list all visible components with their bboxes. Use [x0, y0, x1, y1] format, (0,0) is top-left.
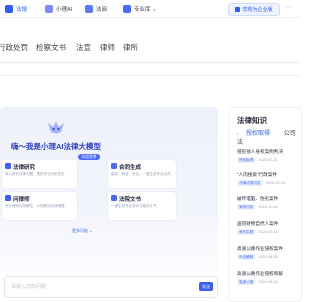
news-tag: 案例分析	[237, 204, 256, 210]
news-date: 2024-08-04	[258, 280, 278, 284]
crown-icon	[235, 7, 241, 12]
card-desc: 一键生成专业诉状与裁判文书	[111, 204, 157, 208]
knowledge-title: 法律知识	[237, 116, 267, 125]
news-date: 2024-11-04	[258, 205, 278, 209]
card-contract-generation[interactable]: 合同生成 高效、精准、安全，一键生成专业合同	[108, 160, 176, 188]
news-tag: 审判实践	[237, 229, 256, 235]
chevron-left-icon: ‹	[237, 131, 239, 136]
card-ask-lawyer[interactable]: 问律师 专业律师在线解答，为您解决法律难题	[2, 192, 77, 220]
sub-nav: 行政处罚 检察文书 法宣 律师 律所	[0, 42, 300, 56]
document-icon	[111, 195, 117, 201]
card-legal-research[interactable]: 法律研究 深入研究法律问题，提供专业分析意见	[2, 160, 77, 188]
tab-label: 授权取得	[246, 131, 271, 137]
upgrade-label: 您购为企业版	[242, 7, 273, 13]
card-title: 问律师	[13, 197, 30, 203]
card-title: 法院文书	[119, 197, 142, 203]
card-title: 法律研究	[13, 165, 36, 171]
subnav-item[interactable]: 检察文书	[36, 42, 66, 53]
research-icon	[5, 163, 11, 169]
news-title: 破坏电脑、伪劣案件	[237, 196, 279, 201]
robot-icon	[45, 5, 53, 13]
page-title: 嗨～我是小理AI法律大模型	[11, 142, 101, 151]
divider	[0, 62, 300, 63]
news-date: 2025-03-18	[265, 181, 285, 185]
knowledge-tabs: ‹ 授权取得 公司法	[237, 128, 300, 146]
deep-think-badge[interactable]: 深度思考	[78, 154, 100, 160]
more-features-link[interactable]: 更多功能 ⌄	[72, 228, 92, 234]
top-bar: 法搜 小理AI 法阅 专业库 ▾ 您购为企业版 ⋯	[0, 0, 300, 18]
tab-pro-library[interactable]: 专业库 ▾	[123, 4, 156, 14]
search-app-icon	[5, 5, 13, 13]
chevron-down-icon: ▾	[153, 6, 156, 12]
tab-label: 小理AI	[56, 7, 73, 13]
more-link-label: 更多功能	[72, 228, 88, 233]
knowledge-tab-active[interactable]: ‹ 授权取得	[237, 131, 278, 137]
list-item[interactable]: 侵犯他人身权案例判决 授权取得 2025-03-21	[237, 149, 300, 163]
list-item[interactable]: 破坏电脑、伪劣案件 案例分析 2024-11-04	[237, 196, 300, 210]
card-desc: 高效、精准、安全，一键生成专业合同	[111, 172, 171, 176]
upgrade-button[interactable]: 您购为企业版	[228, 3, 280, 16]
tab-label: 法搜	[16, 7, 28, 13]
card-court-documents[interactable]: 法院文书 一键生成专业诉状与裁判文书	[108, 192, 176, 220]
contract-icon	[111, 163, 117, 169]
tab-label: 专业库	[134, 7, 151, 13]
chevron-down-icon: ⌄	[89, 228, 93, 233]
divider	[0, 75, 300, 76]
news-date: 2025-03-21	[258, 158, 278, 162]
card-title: 合同生成	[119, 165, 142, 171]
news-title: 侵犯他人身权案例判决	[237, 149, 283, 154]
news-title: "人肉搜索"行政案件	[237, 172, 278, 177]
book-icon	[85, 5, 93, 13]
subnav-item[interactable]: 法宣	[76, 42, 91, 53]
tab-ai[interactable]: 小理AI	[45, 4, 72, 14]
news-title: 盗窃财物自然人案件	[237, 221, 279, 226]
news-title: 高速公路作业侵权和解	[237, 271, 283, 276]
news-date: 2024-09-13	[258, 230, 278, 234]
card-desc: 专业律师在线解答，为您解决法律难题	[5, 204, 65, 208]
card-desc: 深入研究法律问题，提供专业分析意见	[5, 172, 65, 176]
subnav-item[interactable]: 行政处罚	[0, 42, 28, 53]
more-icon[interactable]: ⋯	[285, 4, 291, 11]
tab-search[interactable]: 法搜	[5, 4, 27, 14]
list-item[interactable]: 高速公路作业侵权和解 高速公路 2024-08-04	[237, 271, 300, 285]
chat-icon	[5, 195, 11, 201]
news-title: 高速公路作业侵权案件	[237, 246, 283, 251]
news-tag: 高速公路	[237, 279, 256, 285]
input-placeholder: 请输入您的问题	[11, 284, 47, 290]
subnav-item[interactable]: 律所	[123, 42, 138, 53]
library-icon	[123, 5, 131, 13]
news-date: 2024-08-05	[258, 255, 278, 259]
list-item[interactable]: "人肉搜索"行政案件 法律法规问答 2025-03-18	[237, 172, 300, 186]
tab-label: 法阅	[96, 7, 108, 13]
news-tag: 司法解释	[237, 254, 256, 260]
send-button[interactable]: 发送	[199, 282, 213, 291]
news-tag: 授权取得	[237, 157, 256, 163]
mascot-icon	[48, 122, 64, 134]
chat-input[interactable]: 请输入您的问题 发送	[4, 276, 218, 298]
subnav-item[interactable]: 律师	[100, 42, 115, 53]
list-item[interactable]: 高速公路作业侵权案件 司法解释 2024-08-05	[237, 246, 300, 260]
news-tag: 法律法规问答	[237, 180, 263, 186]
list-item[interactable]: 盗窃财物自然人案件 审判实践 2024-09-13	[237, 221, 300, 235]
tab-read[interactable]: 法阅	[85, 4, 107, 14]
